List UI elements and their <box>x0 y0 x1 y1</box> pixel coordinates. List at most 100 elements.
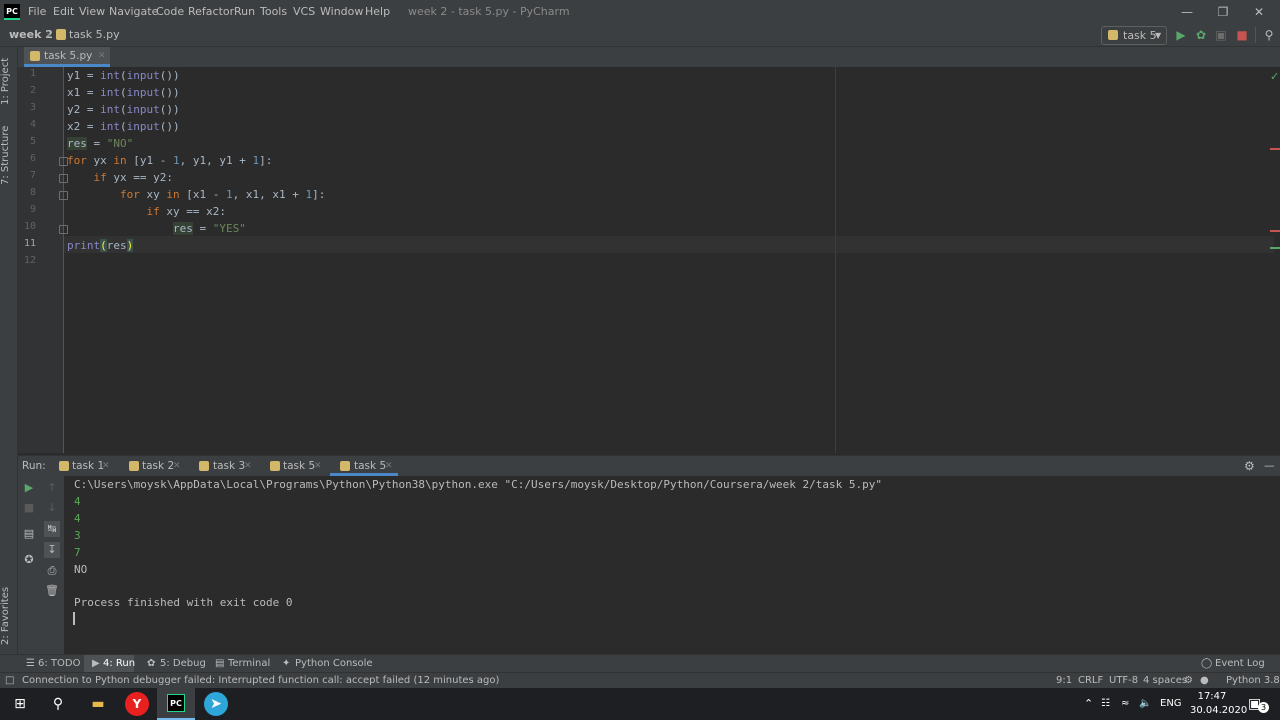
line-number: 3 <box>29 102 36 113</box>
up-arrow-icon[interactable]: ↑ <box>44 480 60 496</box>
network-icon[interactable]: ☷ <box>1101 688 1110 720</box>
rerun-icon[interactable]: ▶ <box>21 480 37 496</box>
scroll-to-end-icon[interactable]: ↧ <box>44 542 60 558</box>
menu-tools[interactable]: Tools <box>260 0 287 24</box>
toolbar-divider <box>1255 27 1256 43</box>
maximize-icon[interactable]: ❐ <box>1208 0 1238 24</box>
menu-navigate[interactable]: Navigate <box>109 0 158 24</box>
trash-icon[interactable]: 🗑 <box>44 583 60 599</box>
inspection-ok-icon[interactable]: ✓ <box>1270 70 1279 83</box>
coverage-icon[interactable]: ▣ <box>1212 26 1230 44</box>
python-file-icon <box>59 461 69 471</box>
line-number: 12 <box>23 255 36 266</box>
down-arrow-icon[interactable]: ↓ <box>44 500 60 516</box>
favorites-tool-tab[interactable]: 2: Favorites <box>0 585 17 645</box>
indent-setting[interactable]: 4 spaces <box>1143 673 1187 689</box>
menu-view[interactable]: View <box>79 0 105 24</box>
tool-tab-todo[interactable]: 6: TODO <box>38 655 80 673</box>
notification-count: 3 <box>1258 702 1269 713</box>
tool-tab-python-console[interactable]: Python Console <box>295 655 373 673</box>
search-icon[interactable]: ⚲ <box>1260 26 1278 44</box>
hide-panel-icon[interactable]: — <box>1264 456 1275 476</box>
run-tab-task5-active[interactable]: task 5 ✕ <box>330 456 398 476</box>
layout-icon[interactable]: ▤ <box>21 526 37 542</box>
file-explorer-icon[interactable]: ▬ <box>86 692 110 716</box>
error-stripe-mark[interactable] <box>1270 247 1280 249</box>
tab-close-icon[interactable]: ✕ <box>98 47 106 65</box>
input-language[interactable]: ENG <box>1160 688 1182 720</box>
window-icon[interactable]: □ <box>5 673 14 689</box>
volume-icon[interactable]: 🔈 <box>1139 688 1151 720</box>
print-icon[interactable]: ⎙ <box>44 563 60 579</box>
console-output: NO <box>74 563 88 576</box>
tab-close-icon[interactable]: ✕ <box>314 456 322 476</box>
run-tab-task2[interactable]: task 2 <box>142 456 174 476</box>
pycharm-icon: PC <box>167 694 185 712</box>
code-editor[interactable] <box>64 67 1280 453</box>
menu-vcs[interactable]: VCS <box>293 0 315 24</box>
file-encoding[interactable]: UTF-8 <box>1109 673 1138 689</box>
tool-tab-terminal[interactable]: Terminal <box>228 655 270 673</box>
stop-icon[interactable]: ■ <box>1233 26 1251 44</box>
project-tool-tab[interactable]: 1: Project <box>0 55 17 105</box>
close-icon[interactable]: ✕ <box>1244 0 1274 24</box>
run-icon[interactable]: ▶ <box>1172 26 1190 44</box>
gear-icon[interactable]: ⚙ <box>1244 456 1255 476</box>
run-tab-task3[interactable]: task 3 <box>213 456 245 476</box>
git-icon[interactable]: ● <box>1200 673 1209 689</box>
debug-icon[interactable]: ✿ <box>1192 26 1210 44</box>
tab-close-icon[interactable]: ✕ <box>173 456 181 476</box>
run-config-select[interactable]: task 5 ▼ <box>1101 26 1167 45</box>
pycharm-taskbar-button[interactable]: PC <box>157 688 195 720</box>
error-stripe-mark[interactable] <box>1270 148 1280 150</box>
code-line: if yx == y2: <box>93 171 173 184</box>
run-tab-task1[interactable]: task 1 <box>72 456 104 476</box>
editor-tab-task5[interactable]: task 5.py ✕ <box>24 47 110 67</box>
play-icon: ▶ <box>92 658 100 669</box>
soft-wrap-icon[interactable]: ↹ <box>44 521 60 537</box>
windows-start-icon[interactable]: ⊞ <box>8 692 32 716</box>
menu-run[interactable]: Run <box>234 0 255 24</box>
minimize-icon[interactable]: — <box>1172 0 1202 24</box>
menu-edit[interactable]: Edit <box>53 0 74 24</box>
line-separator[interactable]: CRLF <box>1078 673 1103 689</box>
structure-tool-tab[interactable]: 7: Structure <box>0 123 17 185</box>
line-number: 9 <box>29 204 36 215</box>
lock-icon[interactable]: ⚙ <box>1184 673 1193 689</box>
menu-window[interactable]: Window <box>320 0 363 24</box>
yandex-browser-icon[interactable]: Y <box>125 692 149 716</box>
run-tab-task5[interactable]: task 5 <box>283 456 315 476</box>
run-console[interactable] <box>18 476 1280 654</box>
breadcrumb-file[interactable]: task 5.py <box>69 24 120 46</box>
tab-close-icon[interactable]: ✕ <box>385 456 393 476</box>
status-message[interactable]: Connection to Python debugger failed: In… <box>22 673 499 689</box>
menu-refactor[interactable]: Refactor <box>188 0 234 24</box>
error-stripe-mark[interactable] <box>1270 230 1280 232</box>
tray-chevron-up-icon[interactable]: ⌃ <box>1084 688 1093 720</box>
tool-tab-run[interactable]: 4: Run <box>103 655 135 673</box>
code-line: y1 = int(input()) <box>67 69 180 82</box>
line-number: 1 <box>29 68 36 79</box>
console-caret <box>73 612 75 625</box>
pin-icon[interactable]: ✪ <box>21 552 37 568</box>
menu-file[interactable]: File <box>28 0 46 24</box>
stop-icon[interactable]: ■ <box>21 500 37 516</box>
console-exit-message: Process finished with exit code 0 <box>74 596 293 609</box>
tool-tab-event-log[interactable]: Event Log <box>1215 655 1265 673</box>
menu-code[interactable]: Code <box>156 0 184 24</box>
python-interpreter[interactable]: Python 3.8 <box>1226 673 1280 689</box>
line-number: 6 <box>29 153 36 164</box>
tab-close-icon[interactable]: ✕ <box>102 456 110 476</box>
run-panel-header: Run: task 1 ✕ task 2 ✕ task 3 ✕ task 5 ✕… <box>18 455 1280 477</box>
wifi-icon[interactable]: ≈ <box>1121 688 1129 720</box>
telegram-icon[interactable]: ➤ <box>204 692 228 716</box>
search-icon[interactable]: ⚲ <box>46 692 70 716</box>
menu-help[interactable]: Help <box>365 0 390 24</box>
caret-position[interactable]: 9:1 <box>1056 673 1072 689</box>
clock-time: 17:47 <box>1197 691 1227 702</box>
tool-tab-debug[interactable]: 5: Debug <box>160 655 206 673</box>
clock[interactable]: 17:47 30.04.2020 <box>1190 690 1247 718</box>
editor-tab-bar: task 5.py ✕ <box>18 47 1280 68</box>
console-input: 4 <box>74 495 81 508</box>
tab-close-icon[interactable]: ✕ <box>244 456 252 476</box>
